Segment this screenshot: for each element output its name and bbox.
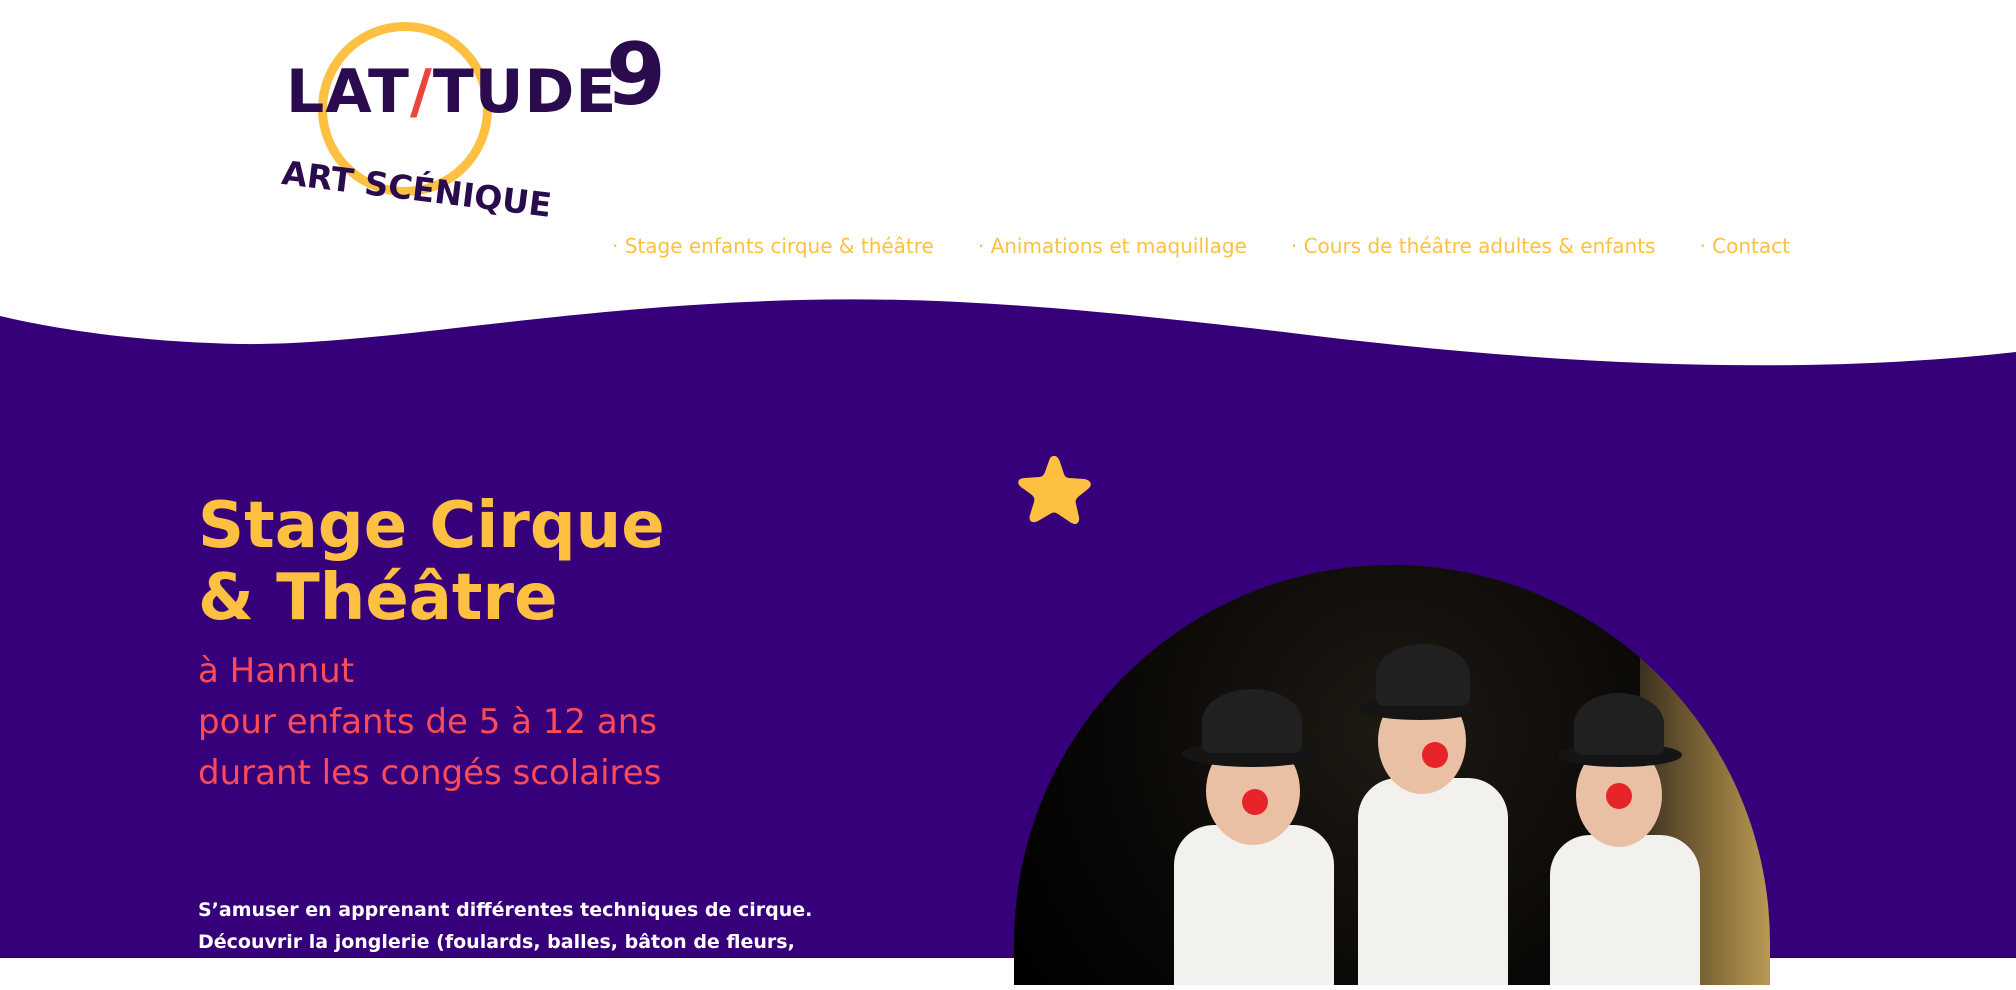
logo-text-left: LAT bbox=[286, 57, 410, 127]
wave-divider bbox=[0, 296, 2016, 366]
subtitle-age: pour enfants de 5 à 12 ans bbox=[198, 702, 657, 742]
main-nav: · Stage enfants cirque & théâtre · Anima… bbox=[612, 232, 1790, 260]
nav-item-contact[interactable]: · Contact bbox=[1699, 232, 1790, 260]
intro-text: S’amuser en apprenant différentes techni… bbox=[198, 894, 858, 990]
intro-line-1: S’amuser en apprenant différentes techni… bbox=[198, 899, 813, 921]
logo-text-right: TUDE bbox=[432, 57, 618, 127]
photo-child-right bbox=[1544, 685, 1714, 985]
photo-child-middle bbox=[1354, 630, 1524, 985]
subtitle-period: durant les congés scolaires bbox=[198, 753, 662, 793]
subtitle-location: à Hannut bbox=[198, 651, 355, 691]
nav-item-cours[interactable]: · Cours de théâtre adultes & enfants bbox=[1291, 232, 1656, 260]
logo-slash: / bbox=[409, 57, 433, 127]
nav-item-stage[interactable]: · Stage enfants cirque & théâtre bbox=[612, 232, 934, 260]
page-title: Stage Cirque & Théâtre bbox=[198, 490, 665, 634]
site-logo[interactable]: LAT/TUDE 9 ART SCÉNIQUE bbox=[280, 18, 680, 225]
logo-number: 9 bbox=[606, 25, 666, 125]
title-line-2: & Théâtre bbox=[198, 561, 558, 635]
nav-item-animations[interactable]: · Animations et maquillage bbox=[978, 232, 1247, 260]
photo-child-left bbox=[1164, 685, 1344, 985]
intro-line-2: Découvrir la jonglerie (foulards, balles… bbox=[198, 931, 795, 985]
title-line-1: Stage Cirque bbox=[198, 489, 665, 563]
logo-wordmark: LAT/TUDE bbox=[286, 62, 617, 122]
page-subtitle: à Hannut pour enfants de 5 à 12 ans dura… bbox=[198, 646, 661, 799]
star-icon bbox=[1018, 455, 1091, 525]
